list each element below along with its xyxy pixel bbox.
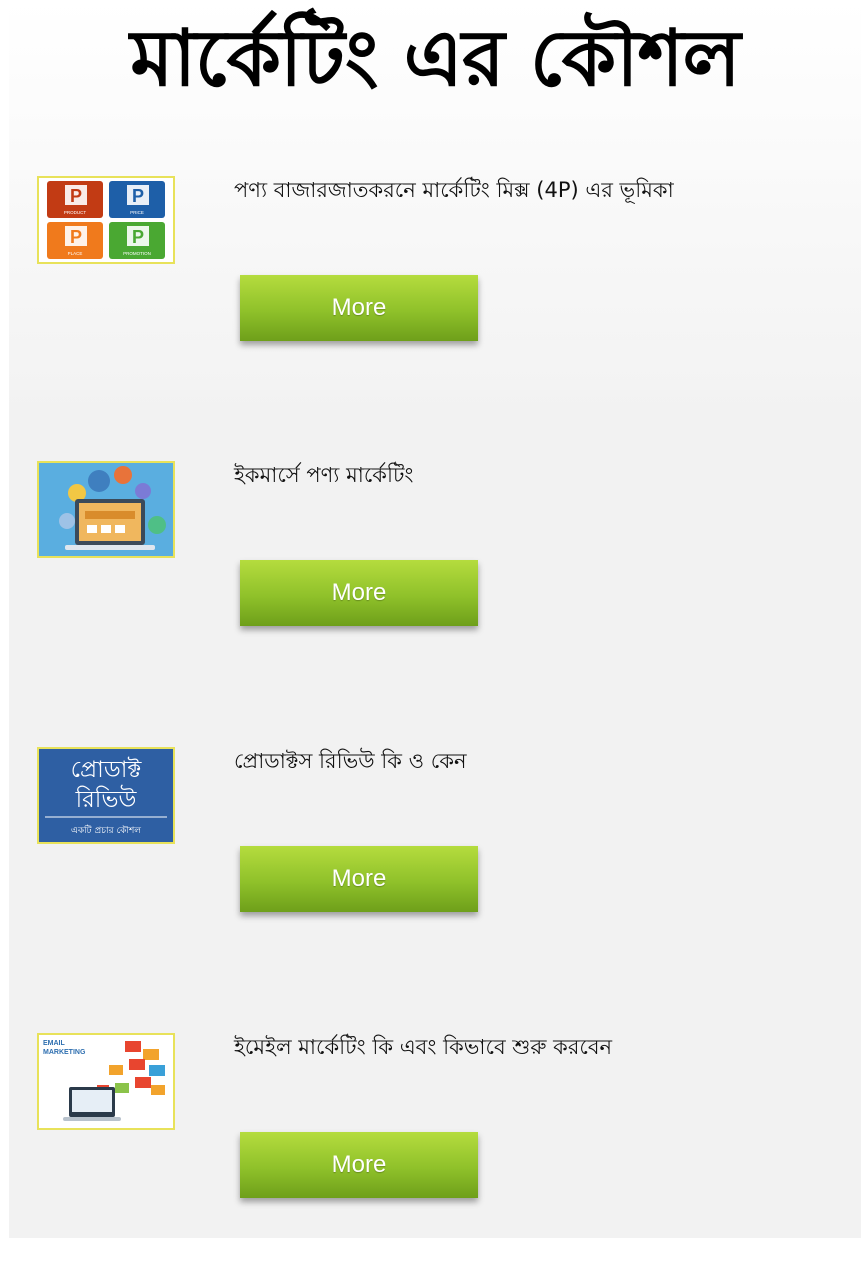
more-button[interactable]: More	[240, 846, 478, 912]
svg-text:রিভিউ: রিভিউ	[75, 785, 138, 813]
svg-text:প্রোডাক্ট: প্রোডাক্ট	[71, 757, 143, 783]
more-button[interactable]: More	[240, 560, 478, 626]
article-item: EMAIL MARKETING ইমেইল মার্কেটিং কি এবং ক…	[9, 1033, 861, 1263]
email-marketing-image[interactable]: EMAIL MARKETING	[37, 1033, 175, 1130]
more-button[interactable]: More	[240, 1132, 478, 1198]
article-title[interactable]: ইমেইল মার্কেটিং কি এবং কিভাবে শুরু করবেন	[234, 1033, 854, 1061]
ecommerce-laptop-image[interactable]	[37, 461, 175, 558]
page-container: মার্কেটিং এর কৌশল P P P P PRODUCT PRICE …	[9, 0, 861, 1238]
article-title[interactable]: ইকমার্সে পণ্য মার্কেটিং	[234, 461, 854, 489]
svg-text:P: P	[70, 186, 82, 206]
product-review-image[interactable]: প্রোডাক্ট রিভিউ একটি প্রচার কৌশল	[37, 747, 175, 844]
svg-text:PLACE: PLACE	[68, 251, 83, 256]
svg-text:PRODUCT: PRODUCT	[64, 210, 87, 215]
more-button[interactable]: More	[240, 275, 478, 341]
article-item: প্রোডাক্ট রিভিউ একটি প্রচার কৌশল প্রোডাক…	[9, 747, 861, 977]
article-item: P P P P PRODUCT PRICE PLACE PROMOTION পণ…	[9, 176, 861, 406]
page-title: মার্কেটিং এর কৌশল	[130, 14, 741, 104]
4p-marketing-mix-image[interactable]: P P P P PRODUCT PRICE PLACE PROMOTION	[37, 176, 175, 264]
svg-text:P: P	[132, 227, 144, 247]
article-title[interactable]: প্রোডাক্টস রিভিউ কি ও কেন	[234, 747, 854, 775]
svg-text:PRICE: PRICE	[130, 210, 144, 215]
svg-text:P: P	[70, 227, 82, 247]
svg-text:EMAIL: EMAIL	[43, 1040, 66, 1047]
svg-text:একটি প্রচার কৌশল: একটি প্রচার কৌশল	[71, 824, 141, 836]
svg-text:PROMOTION: PROMOTION	[123, 251, 151, 256]
svg-text:P: P	[132, 186, 144, 206]
svg-text:MARKETING: MARKETING	[43, 1049, 86, 1056]
article-item: ইকমার্সে পণ্য মার্কেটিং More	[9, 461, 861, 691]
article-title[interactable]: পণ্য বাজারজাতকরনে মার্কেটিং মিক্স (4P) এ…	[234, 176, 854, 204]
